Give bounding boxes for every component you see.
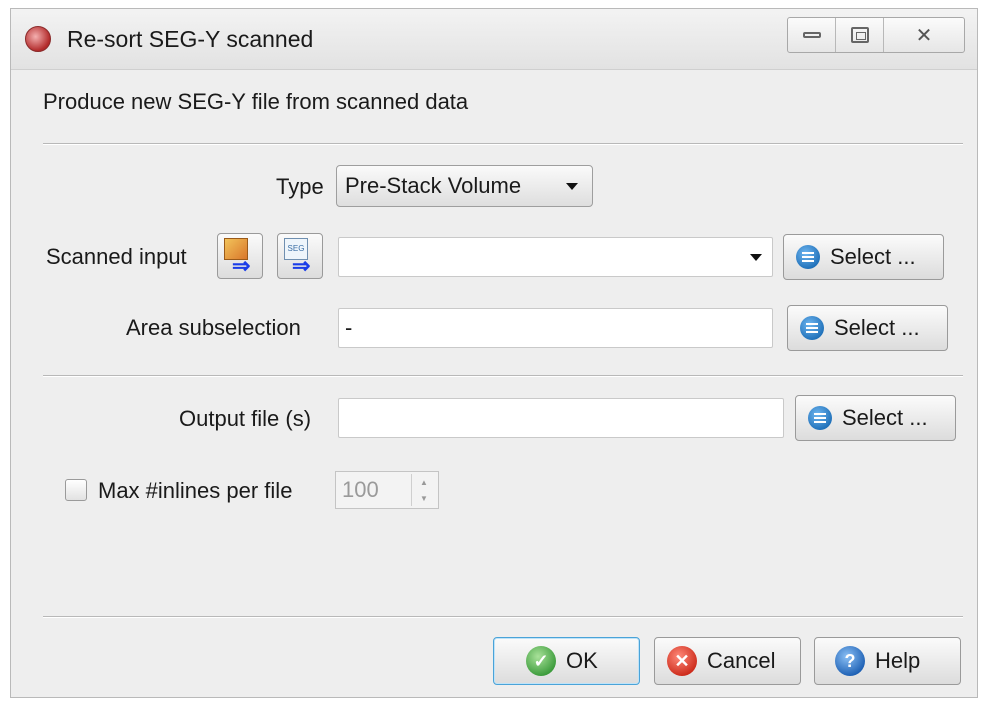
area-subselection-value: - [345, 315, 353, 340]
help-button[interactable]: ? Help [814, 637, 961, 685]
arrow-right-icon: ⇒ [232, 253, 251, 278]
area-subselection-select-button[interactable]: Select ... [787, 305, 948, 351]
type-label: Type [276, 174, 324, 199]
select-label: Select ... [842, 405, 928, 430]
dialog-heading: Produce new SEG-Y file from scanned data [43, 89, 469, 114]
arrow-right-icon: ⇒ [292, 253, 311, 278]
output-file-select-button[interactable]: Select ... [795, 395, 956, 441]
area-subselection-field[interactable]: - [338, 308, 773, 348]
spin-down-icon[interactable]: ▼ [412, 490, 436, 506]
title-bar: Re-sort SEG-Y scanned ✕ [11, 9, 977, 70]
spin-buttons: ▲ ▼ [411, 474, 436, 506]
ok-button[interactable]: ✓ OK [493, 637, 640, 685]
minimize-icon [802, 32, 821, 38]
chevron-down-icon [566, 183, 578, 190]
separator-middle [43, 375, 963, 377]
app-icon [25, 26, 51, 52]
scanned-input-combo[interactable] [338, 237, 773, 277]
output-file-label: Output file (s) [179, 406, 312, 431]
chevron-down-icon [750, 254, 762, 261]
close-icon: ✕ [915, 24, 933, 47]
list-icon [808, 406, 832, 430]
type-value: Pre-Stack Volume [345, 173, 522, 198]
cancel-button[interactable]: ✕ Cancel [654, 637, 801, 685]
maximize-button[interactable] [836, 18, 884, 52]
max-inlines-label: Max #inlines per file [98, 478, 293, 503]
scanned-input-label: Scanned input [46, 244, 187, 269]
minimize-button[interactable] [788, 18, 836, 52]
maximize-icon [850, 27, 869, 43]
max-inlines-checkbox[interactable] [65, 479, 87, 501]
area-subselection-label: Area subselection [126, 315, 301, 340]
cancel-label: Cancel [707, 648, 776, 673]
select-label: Select ... [830, 244, 916, 269]
separator-top [43, 143, 963, 145]
close-button[interactable]: ✕ [884, 18, 964, 52]
max-inlines-value: 100 [342, 477, 379, 502]
spin-up-icon[interactable]: ▲ [412, 474, 436, 490]
segy-input-button[interactable]: SEG ⇒ [277, 233, 323, 279]
window-title: Re-sort SEG-Y scanned [67, 26, 314, 52]
list-icon [796, 245, 820, 269]
dialog-window: Re-sort SEG-Y scanned ✕ Produce new SEG-… [10, 8, 978, 698]
type-dropdown[interactable]: Pre-Stack Volume [336, 165, 593, 207]
select-label: Select ... [834, 315, 920, 340]
help-icon: ? [835, 646, 865, 676]
max-inlines-spinbox[interactable]: 100 ▲ ▼ [335, 471, 439, 509]
separator-bottom [43, 616, 963, 618]
help-label: Help [875, 648, 921, 673]
scanned-input-select-button[interactable]: Select ... [783, 234, 944, 280]
cancel-icon: ✕ [667, 646, 697, 676]
list-icon [800, 316, 824, 340]
ok-label: OK [566, 648, 598, 673]
scanned-image-input-button[interactable]: ⇒ [217, 233, 263, 279]
output-file-field[interactable] [338, 398, 784, 438]
checkmark-icon: ✓ [526, 646, 556, 676]
window-controls: ✕ [787, 17, 965, 53]
